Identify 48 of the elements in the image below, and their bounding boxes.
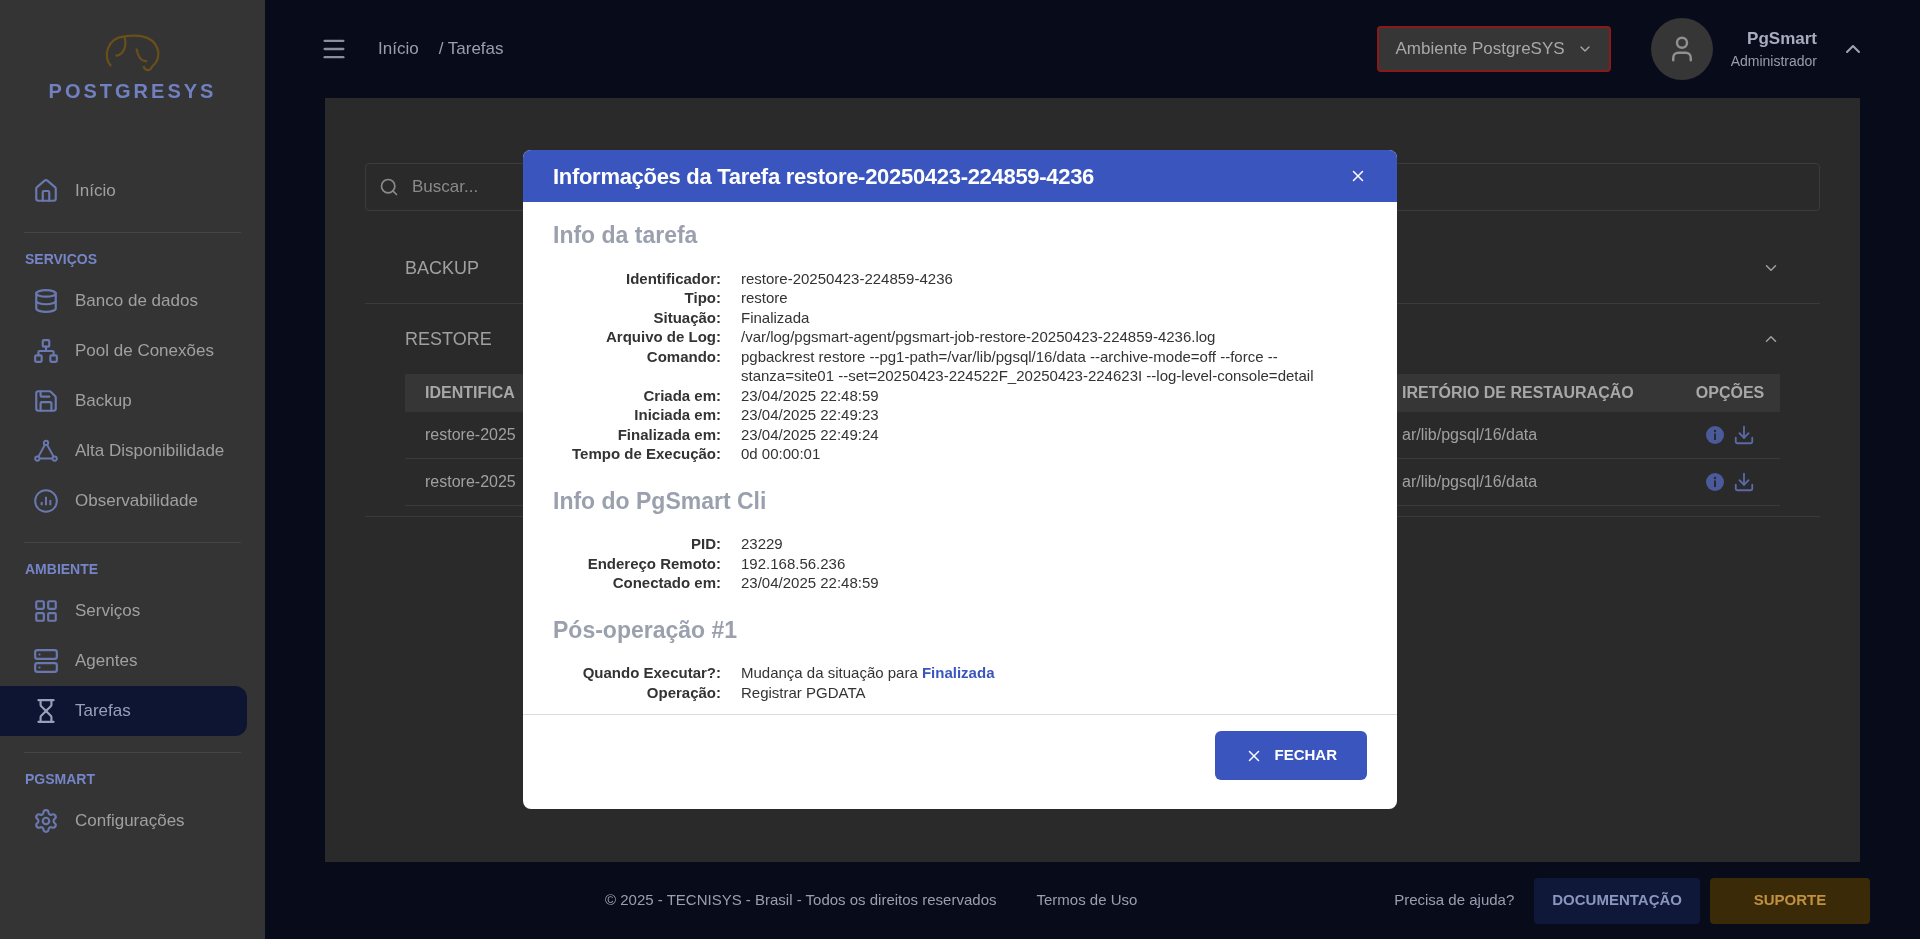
field-value: restore-20250423-224859-4236 <box>741 268 954 288</box>
field-label: Arquivo de Log: <box>605 327 721 347</box>
logo-text: POSTGRESYS <box>48 79 217 104</box>
table-cell-text: restore-2025 <box>424 472 517 492</box>
section-heading: SERVIÇOS <box>24 250 99 269</box>
copyright-text: © 2025 - TECNISYS - Brasil - Todos os direitos reservados <box>605 890 997 911</box>
field-label: Situação: <box>652 307 721 327</box>
field-value: 23229 <box>741 534 784 554</box>
column-header: IDENTIFICA <box>424 383 516 403</box>
section-title: Info do PgSmart Cli <box>553 486 768 516</box>
field-value: 23/04/2025 22:49:23 <box>741 405 880 425</box>
section-title: Info da tarefa <box>553 221 699 250</box>
dialog-title: Informações da Tarefa restore-20250423-224859-4236 <box>553 162 1095 191</box>
column-header: OPÇÕES <box>1694 382 1766 403</box>
field-value: /var/log/pgsmart-agent/pgsmart-job-restore-20250423-224859-4236.log <box>741 327 1217 347</box>
field-value: 192.168.56.236 <box>741 553 847 573</box>
field-label: Endereço Remoto: <box>586 553 721 573</box>
field-label: Criada em: <box>642 385 721 405</box>
field-label: Identificador: <box>625 268 721 288</box>
field-value: 23/04/2025 22:49:24 <box>741 424 880 444</box>
field-label: PID: <box>690 534 721 554</box>
field-value: 0d 00:00:01 <box>741 444 822 464</box>
field-label: Tipo: <box>683 288 721 308</box>
user-name: PgSmart <box>1747 27 1817 50</box>
table-cell-text: restore-2025 <box>424 425 517 445</box>
field-value: Registrar PGDATA <box>741 682 867 702</box>
field-value: Finalizada <box>741 307 811 327</box>
field-value: 23/04/2025 22:48:59 <box>741 573 880 593</box>
field-value: restore <box>741 288 789 308</box>
field-label: Operação: <box>645 682 721 702</box>
help-text: Precisa de ajuda? <box>1394 890 1515 911</box>
field-value: 23/04/2025 22:48:59 <box>741 385 880 405</box>
table-cell-text: ar/lib/pgsql/16/data <box>1402 472 1539 492</box>
field-label: Tempo de Execução: <box>571 444 721 464</box>
field-label: Comando: <box>645 346 721 367</box>
column-header: IRETÓRIO DE RESTAURAÇÃO <box>1402 382 1635 403</box>
field-label: Finalizada em: <box>616 424 721 444</box>
field-value: Mudança da situação para Finalizada <box>741 663 996 683</box>
section-heading: AMBIENTE <box>24 560 100 579</box>
section-heading: PGSMART <box>24 770 96 789</box>
section-title: Pós-operação #1 <box>553 615 739 645</box>
breadcrumb-item: / Tarefas <box>438 38 504 61</box>
field-label: Iniciada em: <box>633 405 721 425</box>
field-label: Quando Executar?: <box>581 663 721 683</box>
field-label: Conectado em: <box>611 573 721 593</box>
user-role: Administrador <box>1730 52 1817 72</box>
field-value: pgbackrest restore --pg1-path=/var/lib/pgsql/16/data --archive-mode=off --force --stanza=site01 --set=20250423-224522F_20250423-224623I --log-level-console=detail <box>741 346 1315 386</box>
table-cell-text: ar/lib/pgsql/16/data <box>1402 425 1539 445</box>
